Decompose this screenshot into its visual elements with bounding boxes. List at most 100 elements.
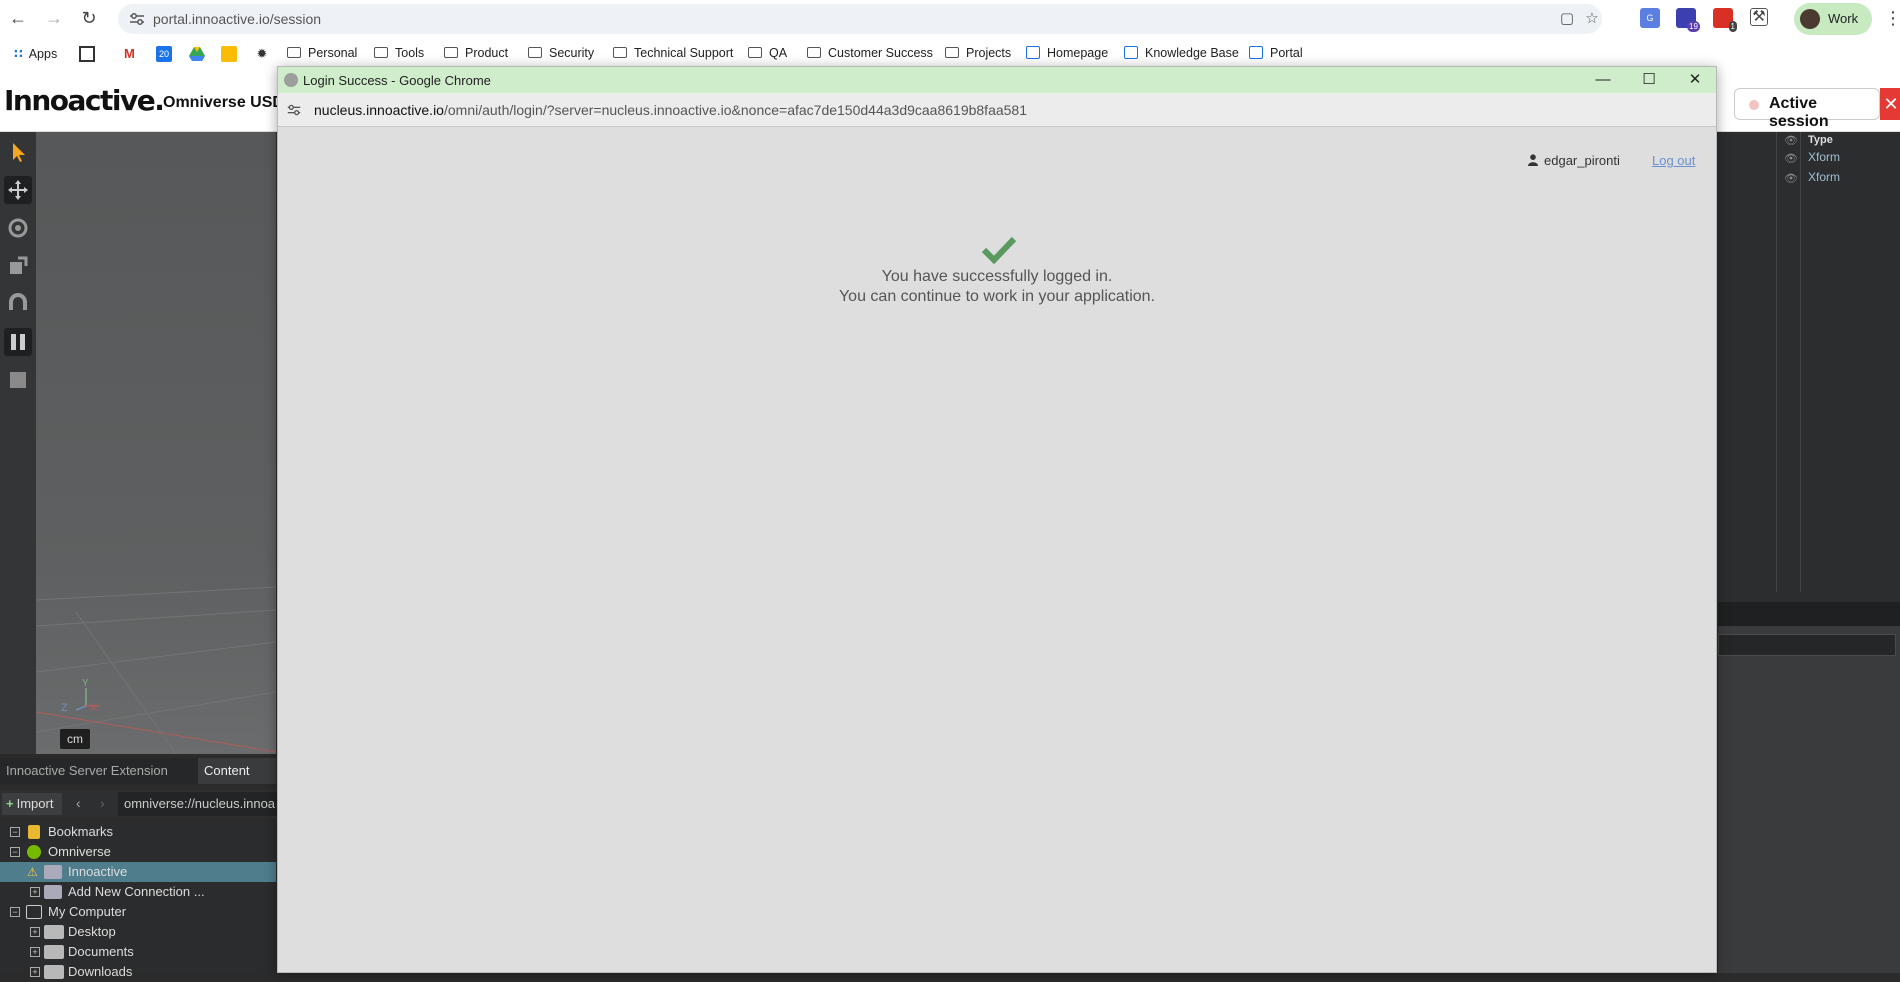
bookmark-folder-qa[interactable]: QA [748, 46, 787, 60]
username: edgar_pironti [1544, 153, 1620, 168]
grid-icon[interactable] [79, 46, 95, 62]
property-search-input[interactable] [1718, 634, 1896, 656]
bookmark-apps[interactable]: ∷ Apps [14, 46, 57, 61]
logout-link[interactable]: Log out [1652, 153, 1695, 168]
bookmark-homepage[interactable]: Homepage [1026, 46, 1108, 60]
computer-icon [26, 905, 42, 919]
server-icon [44, 865, 62, 879]
tab-content[interactable]: Content [198, 758, 276, 784]
expand-icon[interactable]: + [30, 947, 40, 957]
profile-button[interactable]: Work [1794, 3, 1872, 35]
clipboard-icon[interactable]: ▢ [1558, 10, 1576, 28]
address-url[interactable]: portal.innoactive.io/session [153, 11, 321, 27]
tab-innoactive-server-extension[interactable]: Innoactive Server Extension [0, 758, 174, 784]
visibility-eye-icon[interactable]: 👁 [1784, 134, 1798, 147]
collapse-icon[interactable]: − [10, 907, 20, 917]
tree-item-documents[interactable]: + Documents [0, 942, 276, 962]
snap-magnet-icon[interactable] [4, 290, 32, 318]
innoactive-logo[interactable]: Innoactive. [4, 84, 165, 117]
rotate-tool-icon[interactable] [4, 214, 32, 242]
forward-arrow-icon[interactable]: › [100, 795, 105, 811]
tree-item-my-computer[interactable]: − My Computer [0, 902, 276, 922]
maximize-icon[interactable]: ☐ [1626, 67, 1672, 93]
bookmark-portal[interactable]: Portal [1249, 46, 1303, 60]
visibility-eye-icon[interactable]: 👁 [1784, 152, 1798, 165]
collapse-icon[interactable]: − [10, 847, 20, 857]
extensions-puzzle-icon[interactable]: ⚒ [1750, 8, 1768, 26]
session-status-dot [1749, 100, 1759, 110]
popup-title: Login Success - Google Chrome [303, 73, 491, 88]
tree-item-downloads[interactable]: + Downloads [0, 962, 276, 982]
popup-address-bar[interactable]: nucleus.innoactive.io/omni/auth/login/?s… [278, 93, 1716, 127]
bookmark-folder-personal[interactable]: Personal [287, 46, 357, 60]
tree-item-omniverse[interactable]: − Omniverse [0, 842, 276, 862]
expand-icon[interactable]: + [30, 927, 40, 937]
import-button[interactable]: + Import [2, 793, 62, 815]
keep-icon[interactable] [221, 46, 237, 62]
bookmark-knowledge-base[interactable]: Knowledge Base [1124, 46, 1239, 60]
address-bar[interactable]: portal.innoactive.io/session ▢ ☆ [118, 4, 1602, 34]
back-button[interactable]: ← [6, 6, 30, 30]
reload-button[interactable]: ↻ [77, 6, 101, 30]
expand-icon[interactable]: + [30, 887, 40, 897]
tree-item-desktop[interactable]: + Desktop [0, 922, 276, 942]
tree-item-innoactive[interactable]: ⚠ Innoactive [0, 862, 276, 882]
tree-item-add-connection[interactable]: + Add New Connection ... [0, 882, 276, 902]
move-tool-icon[interactable] [4, 176, 32, 204]
stage-panel: Type 👁 👁 👁 Xform Xform [1718, 132, 1900, 602]
bookmark-folder-product[interactable]: Product [444, 46, 508, 60]
tree-label: Documents [68, 944, 134, 959]
select-tool-icon[interactable] [4, 138, 32, 166]
red-extension-icon[interactable]: 1 [1713, 8, 1737, 32]
bookmark-folder-security[interactable]: Security [528, 46, 594, 60]
openai-icon[interactable]: ✹ [254, 46, 270, 62]
popup-title-bar[interactable]: Login Success - Google Chrome — ☐ ✕ [278, 67, 1716, 93]
site-settings-icon[interactable] [128, 10, 146, 28]
axis-label-y: Y [82, 678, 89, 689]
tree-item-bookmarks[interactable]: − Bookmarks [0, 822, 276, 842]
drive-icon[interactable] [189, 46, 205, 62]
calendar-icon[interactable]: 20 [156, 46, 172, 62]
expand-icon[interactable]: + [30, 967, 40, 977]
tree-label: Downloads [68, 964, 133, 979]
minimize-icon[interactable]: — [1580, 67, 1626, 93]
active-session-button[interactable]: Active session [1734, 88, 1880, 130]
viewport-toolbar [0, 132, 36, 754]
stage-row-type[interactable]: Xform [1808, 150, 1840, 164]
bottom-panel-tabs: Innoactive Server Extension Content [0, 758, 276, 784]
school-extension-icon[interactable]: 19 [1676, 8, 1700, 32]
bookmark-label: Portal [1270, 46, 1303, 60]
server-add-icon [44, 885, 62, 899]
3d-viewport[interactable]: Y Z X [36, 132, 276, 754]
scale-tool-icon[interactable] [4, 252, 32, 280]
success-message: You have successfully logged in. [881, 268, 1113, 285]
close-icon[interactable]: ✕ [1672, 67, 1718, 93]
gmail-icon[interactable]: M [124, 46, 140, 62]
folder-icon [287, 47, 301, 58]
bookmark-star-icon[interactable]: ☆ [1583, 10, 1601, 28]
back-arrow-icon[interactable]: ‹ [76, 795, 81, 811]
collapse-icon[interactable]: − [10, 827, 20, 837]
active-session-label: Active session [1769, 95, 1829, 130]
site-settings-icon[interactable] [286, 102, 302, 118]
profile-label: Work [1828, 11, 1859, 26]
content-path-input[interactable]: omniverse://nucleus.innoa [118, 792, 278, 816]
bookmark-folder-technical-support[interactable]: Technical Support [613, 46, 733, 60]
forward-button[interactable]: → [42, 6, 66, 30]
browser-toolbar: ← → ↻ portal.innoactive.io/session ▢ ☆ G… [0, 0, 1900, 38]
column-divider [1776, 132, 1777, 592]
chrome-window-icon [284, 73, 298, 87]
visibility-eye-icon[interactable]: 👁 [1784, 172, 1798, 185]
bookmark-folder-customer-success[interactable]: Customer Success [807, 46, 933, 60]
pause-icon[interactable] [4, 328, 32, 356]
close-session-button[interactable]: ✕ [1880, 88, 1900, 120]
units-badge: cm [60, 729, 90, 749]
bookmark-folder-projects[interactable]: Projects [945, 46, 1011, 60]
bookmark-folder-tools[interactable]: Tools [374, 46, 424, 60]
type-column-header[interactable]: Type [1808, 134, 1833, 146]
stage-row-type[interactable]: Xform [1808, 170, 1840, 184]
browser-menu-icon[interactable]: ⋮ [1884, 8, 1900, 29]
popup-url[interactable]: nucleus.innoactive.io/omni/auth/login/?s… [314, 102, 1027, 118]
stop-icon[interactable] [4, 366, 32, 394]
translate-extension-icon[interactable]: G [1640, 8, 1660, 28]
